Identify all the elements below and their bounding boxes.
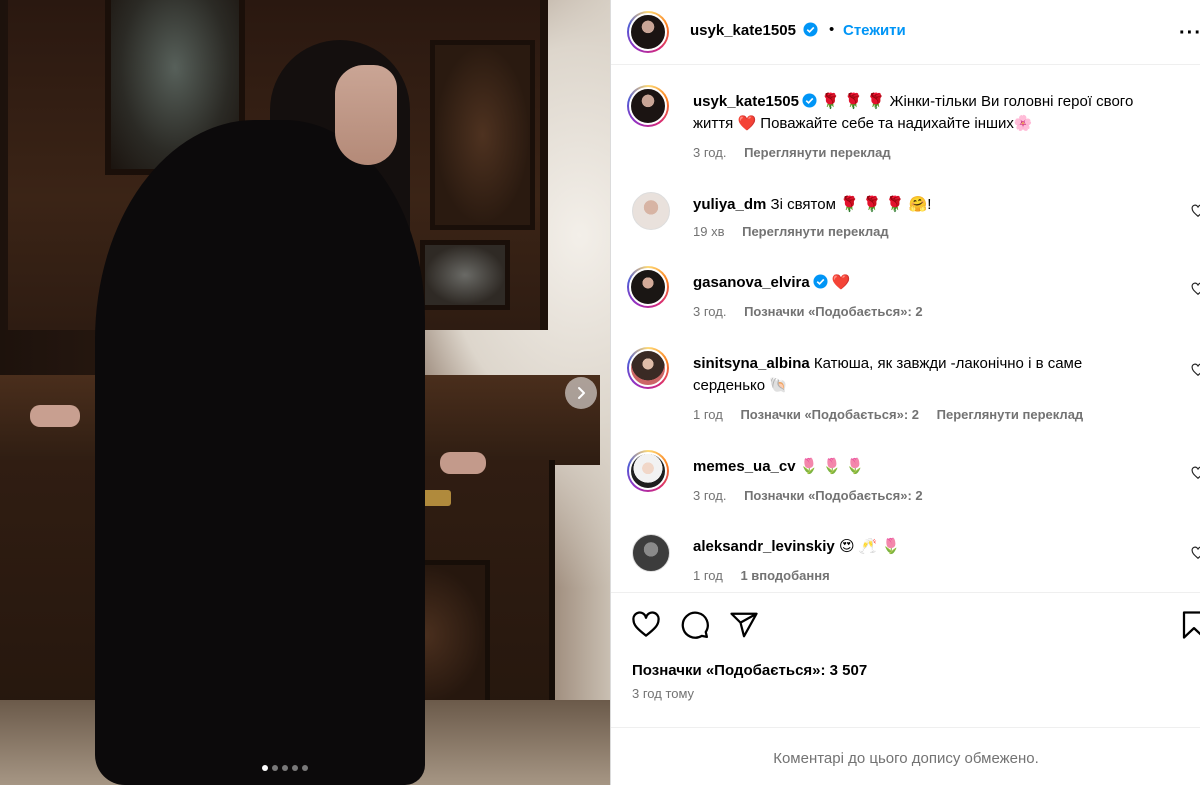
carousel-next-button[interactable]	[565, 377, 597, 409]
photo-person-hand	[440, 452, 486, 474]
commenter-avatar[interactable]	[627, 450, 669, 492]
comment-text: ❤️	[831, 274, 851, 291]
author-username[interactable]: usyk_kate1505	[690, 22, 796, 39]
comments-list[interactable]: usyk_kate1505 🌹 🌹 🌹 Жінки-тільки Ви голо…	[611, 66, 1200, 591]
verified-badge-icon	[803, 22, 818, 37]
follow-button[interactable]: Стежити	[843, 22, 906, 39]
comment-time[interactable]: 1 год	[693, 407, 723, 422]
comment-username[interactable]: aleksandr_levinskiy	[693, 538, 835, 555]
comment-like-icon[interactable]	[1191, 282, 1200, 296]
verified-badge-icon	[802, 93, 817, 108]
carousel-dot	[262, 765, 268, 771]
post-actions: Позначки «Подобається»: 3 507 3 год тому	[611, 592, 1200, 712]
more-options-button[interactable]: ···	[1179, 22, 1200, 45]
carousel-dot	[272, 765, 278, 771]
caption-time[interactable]: 3 год.	[693, 145, 726, 160]
commenter-avatar[interactable]	[632, 192, 670, 230]
verified-badge-icon	[813, 274, 828, 289]
chevron-right-icon	[578, 387, 585, 399]
carousel-dot	[292, 765, 298, 771]
comment-translate-link[interactable]: Переглянути переклад	[937, 407, 1084, 422]
post-likes-count[interactable]: Позначки «Подобається»: 3 507	[632, 662, 867, 679]
caption-emojis: 🌹 🌹 🌹	[821, 93, 886, 110]
commenter-avatar[interactable]	[627, 266, 669, 308]
comments-limited-notice: Коментарі до цього допису обмежено.	[611, 727, 1200, 785]
caption-translate-link[interactable]: Переглянути переклад	[744, 145, 891, 160]
photo-person-face	[335, 65, 397, 165]
carousel-indicator	[262, 765, 308, 771]
comment-text: 🌷 🌷 🌷	[799, 458, 865, 475]
bookmark-icon[interactable]	[1179, 610, 1200, 640]
caption-username[interactable]: usyk_kate1505	[693, 93, 799, 110]
comment-username[interactable]: memes_ua_cv	[693, 458, 796, 475]
header-separator: •	[829, 21, 835, 38]
comment-like-icon[interactable]	[1191, 546, 1200, 560]
comment-likes-link[interactable]: Позначки «Подобається»: 2	[744, 488, 923, 503]
comment-likes-link[interactable]: 1 вподобання	[740, 568, 829, 583]
comment-username[interactable]: gasanova_elvira	[693, 274, 810, 291]
comment-text: Зі святом 🌹 🌹 🌹 🤗!	[770, 196, 932, 213]
commenter-avatar[interactable]	[627, 347, 669, 389]
comment-like-icon[interactable]	[1191, 204, 1200, 218]
comment-username[interactable]: yuliya_dm	[693, 196, 766, 213]
comment-time[interactable]: 3 год.	[693, 304, 726, 319]
comment-text: 😍 🥂 🌷	[838, 538, 901, 555]
carousel-dot	[282, 765, 288, 771]
post-timestamp[interactable]: 3 год тому	[632, 686, 694, 701]
carousel-dot	[302, 765, 308, 771]
post-photo[interactable]	[0, 0, 610, 785]
post-side-panel: usyk_kate1505 • Стежити ··· usyk_kate150…	[610, 0, 1200, 785]
comment-time[interactable]: 3 год.	[693, 488, 726, 503]
author-avatar[interactable]	[627, 11, 669, 53]
author-avatar[interactable]	[627, 85, 669, 127]
comment-translate-link[interactable]: Переглянути переклад	[742, 224, 889, 239]
comment-username[interactable]: sinitsyna_albina	[693, 355, 810, 372]
comment-likes-link[interactable]: Позначки «Подобається»: 2	[744, 304, 923, 319]
comment-like-icon[interactable]	[1191, 466, 1200, 480]
photo-cabinet-window	[420, 240, 510, 310]
comment-bubble-icon[interactable]	[680, 610, 710, 640]
photo-person-hand	[30, 405, 80, 427]
comment-like-icon[interactable]	[1191, 363, 1200, 377]
comment-time[interactable]: 19 хв	[693, 224, 724, 239]
post-header: usyk_kate1505 • Стежити ···	[611, 0, 1200, 65]
comment-time[interactable]: 1 год	[693, 568, 723, 583]
commenter-avatar[interactable]	[632, 534, 670, 572]
photo-person	[95, 120, 425, 785]
share-paper-plane-icon[interactable]	[729, 610, 759, 640]
like-heart-icon[interactable]	[631, 610, 661, 640]
comment-likes-link[interactable]: Позначки «Подобається»: 2	[740, 407, 919, 422]
photo-cabinet-carving	[430, 40, 535, 230]
